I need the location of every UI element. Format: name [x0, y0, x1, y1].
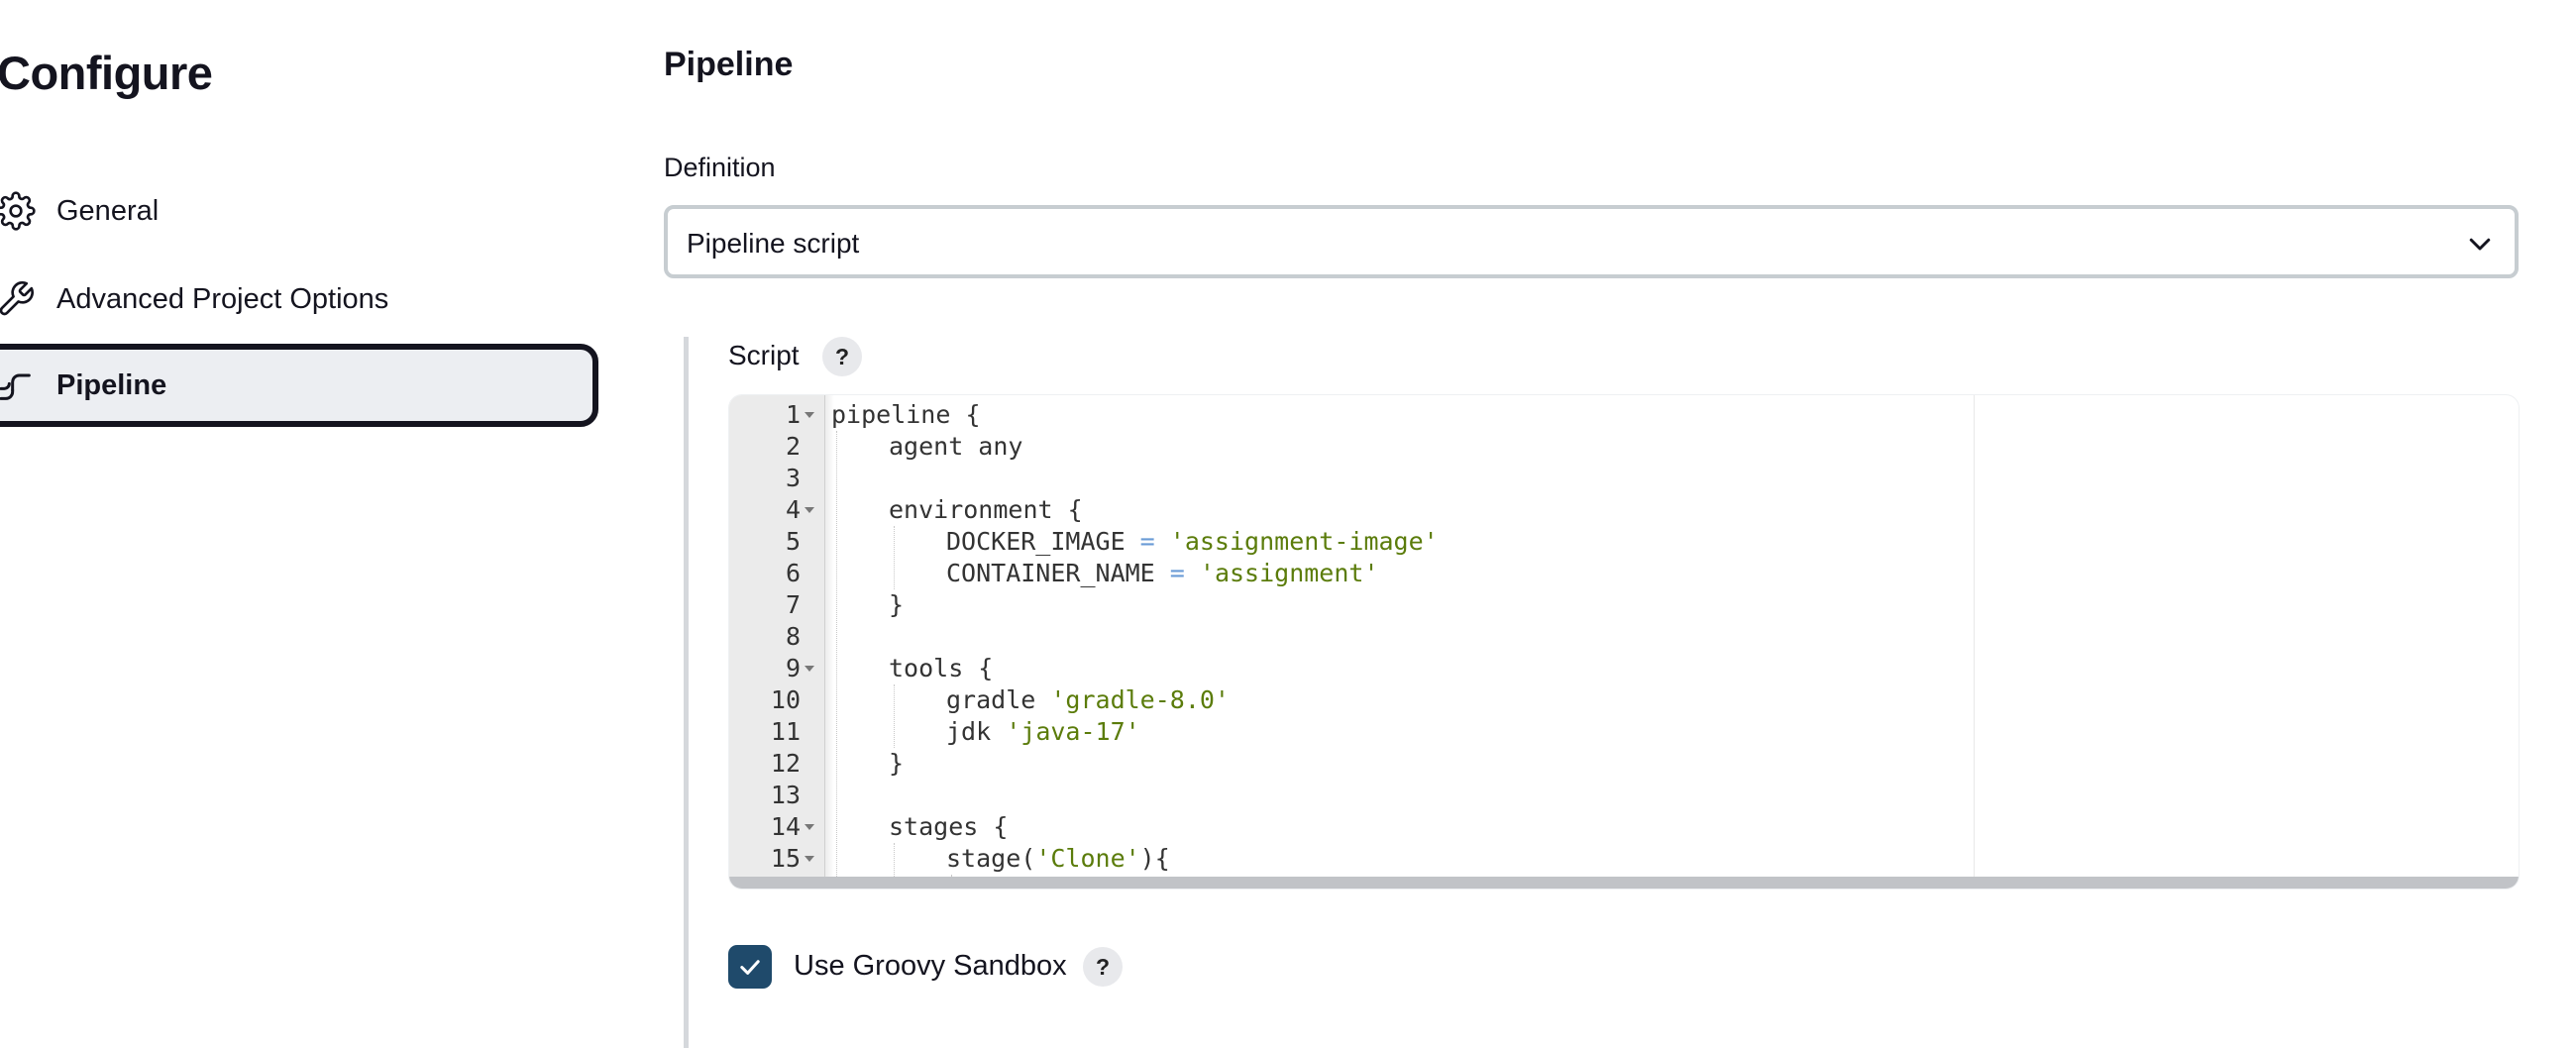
code-text: pipeline {	[831, 400, 981, 429]
line-number: 15	[770, 844, 801, 873]
checkmark-icon	[740, 960, 760, 975]
line-number: 3	[785, 464, 801, 492]
code-text: CONTAINER_NAME = 'assignment'	[946, 559, 1379, 587]
code-line: 3	[729, 463, 2519, 494]
line-number: 8	[785, 622, 801, 651]
code-text: tools {	[889, 654, 994, 682]
code-line: 11 jdk 'java-17'	[729, 716, 2519, 748]
sidebar-item-label: General	[56, 194, 160, 227]
line-number: 6	[785, 559, 801, 587]
fold-arrow-icon[interactable]	[805, 824, 814, 830]
page-title: Configure	[0, 47, 213, 99]
wrench-icon	[0, 279, 36, 319]
line-number: 2	[785, 432, 801, 461]
line-number: 5	[785, 527, 801, 556]
code-line: 2 agent any	[729, 431, 2519, 463]
code-text: environment {	[889, 495, 1083, 524]
line-number: 1	[785, 400, 801, 429]
sidebar-item-general[interactable]: General	[0, 169, 598, 253]
line-number: 11	[770, 717, 801, 746]
code-line: 7}	[729, 589, 2519, 621]
code-text: DOCKER_IMAGE = 'assignment-image'	[946, 527, 1439, 556]
definition-select-value: Pipeline script	[687, 228, 860, 259]
sidebar-item-advanced-project-options[interactable]: Advanced Project Options	[0, 258, 598, 341]
code-line: 4 environment {	[729, 494, 2519, 526]
section-divider	[684, 337, 689, 1048]
code-line: 13	[729, 780, 2519, 811]
script-label: Script	[728, 340, 800, 370]
code-text: gradle 'gradle-8.0'	[946, 685, 1230, 714]
code-line: 12}	[729, 748, 2519, 780]
sidebar-item-label: Pipeline	[56, 368, 167, 401]
gear-icon	[0, 191, 36, 231]
line-number: 4	[785, 495, 801, 524]
line-number: 12	[770, 749, 801, 778]
code-text: jdk 'java-17'	[946, 717, 1140, 746]
line-number: 9	[785, 654, 801, 682]
fold-arrow-icon[interactable]	[805, 856, 814, 862]
groovy-sandbox-help-icon[interactable]: ?	[1083, 947, 1123, 987]
editor-horizontal-scrollbar[interactable]	[729, 877, 2519, 889]
definition-label: Definition	[664, 153, 776, 182]
line-number: 14	[770, 812, 801, 841]
line-number: 7	[785, 590, 801, 619]
script-editor[interactable]: 1 pipeline { 2 agent any 3 4 environment { 5 DOC…	[728, 394, 2520, 890]
line-number: 10	[770, 685, 801, 714]
code-text: }	[889, 590, 905, 619]
fold-arrow-icon[interactable]	[805, 507, 814, 513]
code-line: 8	[729, 621, 2519, 653]
code-line: 10 gradle 'gradle-8.0'	[729, 684, 2519, 716]
section-title: Pipeline	[664, 46, 794, 83]
code-line: 15 stage('Clone'){	[729, 843, 2519, 875]
groovy-sandbox-checkbox[interactable]	[728, 945, 772, 989]
code-text: stages {	[889, 812, 1009, 841]
groovy-sandbox-label[interactable]: Use Groovy Sandbox	[794, 950, 1067, 983]
code-text: stage('Clone'){	[946, 844, 1170, 873]
code-text: }	[889, 749, 905, 778]
code-line: 6 CONTAINER_NAME = 'assignment'	[729, 558, 2519, 589]
chevron-down-icon	[2465, 229, 2495, 259]
code-line: 5 DOCKER_IMAGE = 'assignment-image'	[729, 526, 2519, 558]
definition-select[interactable]: Pipeline script	[664, 205, 2519, 278]
fold-arrow-icon[interactable]	[805, 666, 814, 672]
fold-arrow-icon[interactable]	[805, 412, 814, 418]
code-text: agent any	[889, 432, 1023, 461]
sidebar-item-pipeline[interactable]: Pipeline	[0, 344, 598, 427]
line-number: 13	[770, 781, 801, 809]
code-line: 9 tools {	[729, 653, 2519, 684]
script-help-icon[interactable]: ?	[822, 337, 862, 376]
pipeline-icon	[0, 366, 36, 405]
sidebar-item-label: Advanced Project Options	[56, 282, 389, 315]
code-line: 14 stages {	[729, 811, 2519, 843]
code-line: 1 pipeline {	[729, 399, 2519, 431]
